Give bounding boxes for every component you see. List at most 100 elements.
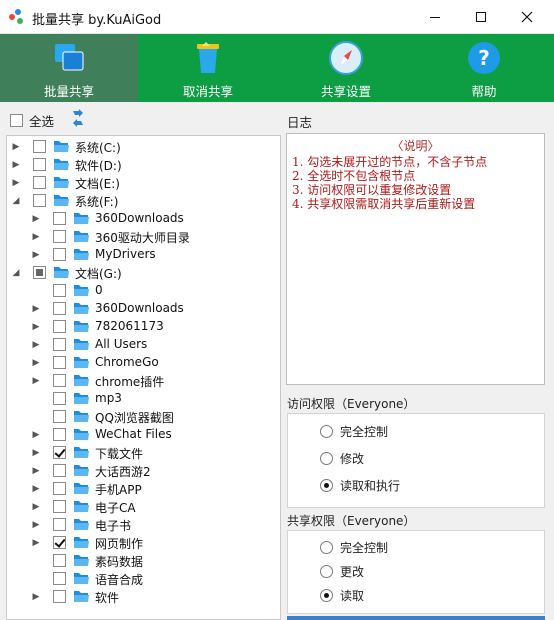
expander-collapsed-icon[interactable]: ▶ <box>11 159 21 171</box>
folder-tree[interactable]: ▶ 系统(C:) ▶ 软件(D:) ▶ 文档(E:) ◢ 系统(F:) ▶ 360Download… <box>6 135 281 620</box>
tree-node[interactable]: ◢ 系统(F:) <box>7 192 277 210</box>
maximize-button[interactable] <box>458 0 504 34</box>
tree-node[interactable]: ▶ WeChat Files <box>7 426 277 444</box>
tree-node[interactable]: ▶ 360驱动大师目录 <box>7 228 277 246</box>
expander-collapsed-icon[interactable]: ▶ <box>31 519 41 531</box>
node-checkbox[interactable] <box>33 140 46 153</box>
tree-node[interactable]: ▶ All Users <box>7 336 277 354</box>
tree-node[interactable]: mp3 <box>7 390 277 408</box>
radio-button[interactable] <box>320 564 333 578</box>
tree-node[interactable]: ▶ 电子CA <box>7 498 277 516</box>
expander-collapsed-icon[interactable]: ▶ <box>31 483 41 495</box>
tree-node[interactable]: ▶ 782061173 <box>7 318 277 336</box>
node-checkbox[interactable] <box>53 230 66 243</box>
node-checkbox[interactable] <box>53 572 66 585</box>
expander-collapsed-icon[interactable]: ▶ <box>31 249 41 261</box>
tree-node[interactable]: QQ浏览器截图 <box>7 408 277 426</box>
expander-collapsed-icon[interactable]: ▶ <box>31 537 41 549</box>
tree-node[interactable]: ▶ MyDrivers <box>7 246 277 264</box>
expander-collapsed-icon[interactable]: ▶ <box>31 501 41 513</box>
toolbar-cancel-share-button[interactable]: 取消共享 <box>139 34 277 102</box>
node-checkbox[interactable] <box>53 446 66 459</box>
expander-collapsed-icon[interactable]: ▶ <box>31 231 41 243</box>
node-checkbox[interactable] <box>33 176 46 189</box>
node-checkbox[interactable] <box>53 212 66 225</box>
tree-node[interactable]: ◢ 文档(G:) <box>7 264 277 282</box>
radio-button[interactable] <box>320 588 333 602</box>
tree-node[interactable]: ▶ 软件(D:) <box>7 156 277 174</box>
share-option-read[interactable]: 读取 <box>320 587 364 603</box>
select-all-box[interactable] <box>10 113 23 127</box>
expander-collapsed-icon[interactable]: ▶ <box>11 177 21 189</box>
expander-collapsed-icon[interactable]: ▶ <box>31 429 41 441</box>
access-option-full-control[interactable]: 完全控制 <box>320 423 388 439</box>
toolbar-batch-share-button[interactable]: 批量共享 <box>0 34 138 102</box>
tree-node[interactable]: ▶ 系统(C:) <box>7 138 277 156</box>
tree-node[interactable]: 0 <box>7 282 277 300</box>
tree-node[interactable]: ▶ 360Downloads <box>7 300 277 318</box>
tree-node[interactable]: ▶ 大话西游2 <box>7 462 277 480</box>
expander-collapsed-icon[interactable]: ▶ <box>31 339 41 351</box>
node-checkbox[interactable] <box>53 428 66 441</box>
tree-node[interactable]: ▶ 软件 <box>7 588 277 606</box>
refresh-icon[interactable] <box>70 108 86 128</box>
expander-collapsed-icon[interactable]: ▶ <box>31 375 41 387</box>
tree-node[interactable]: ▶ 文档(E:) <box>7 174 277 192</box>
node-checkbox[interactable] <box>53 500 66 513</box>
expander-expanded-icon[interactable]: ◢ <box>11 195 21 207</box>
expander-collapsed-icon[interactable]: ▶ <box>31 321 41 333</box>
node-checkbox[interactable] <box>53 338 66 351</box>
expander-collapsed-icon[interactable]: ▶ <box>31 213 41 225</box>
access-option-read-execute[interactable]: 读取和执行 <box>320 477 400 493</box>
expander-collapsed-icon[interactable]: ▶ <box>31 591 41 603</box>
radio-button[interactable] <box>320 451 333 465</box>
tree-node[interactable]: ▶ ChromeGo <box>7 354 277 372</box>
node-checkbox[interactable] <box>33 194 46 207</box>
node-checkbox[interactable] <box>53 320 66 333</box>
expander-collapsed-icon[interactable]: ▶ <box>31 303 41 315</box>
close-button[interactable] <box>504 0 550 34</box>
node-checkbox[interactable] <box>53 374 66 387</box>
node-checkbox[interactable] <box>33 158 46 171</box>
tree-node[interactable]: ▶ 360Downloads <box>7 210 277 228</box>
log-line: 4. 共享权限需取消共享后重新设置 <box>292 197 476 211</box>
share-option-change[interactable]: 更改 <box>320 563 364 579</box>
expander-expanded-icon[interactable]: ◢ <box>11 267 21 279</box>
expander-collapsed-icon[interactable]: ▶ <box>31 357 41 369</box>
expander-collapsed-icon[interactable]: ▶ <box>11 141 21 153</box>
radio-button[interactable] <box>320 540 333 554</box>
tree-node[interactable]: 素码数据 <box>7 552 277 570</box>
node-checkbox[interactable] <box>53 392 66 405</box>
tree-node[interactable]: 语音合成 <box>7 570 277 588</box>
radio-button[interactable] <box>320 478 333 492</box>
node-checkbox[interactable] <box>53 410 66 423</box>
minimize-button[interactable] <box>412 0 458 34</box>
node-checkbox[interactable] <box>53 284 66 297</box>
node-checkbox[interactable] <box>53 302 66 315</box>
expander-collapsed-icon[interactable]: ▶ <box>31 447 41 459</box>
share-option-full-control[interactable]: 完全控制 <box>320 539 388 555</box>
window-title: 批量共享 by.KuAiGod <box>32 13 162 28</box>
tree-node[interactable]: ▶ 电子书 <box>7 516 277 534</box>
node-checkbox[interactable] <box>53 356 66 369</box>
tree-node[interactable]: ▶ 网页制作 <box>7 534 277 552</box>
node-checkbox[interactable] <box>53 464 66 477</box>
access-option-modify[interactable]: 修改 <box>320 450 364 466</box>
node-checkbox[interactable] <box>33 266 46 279</box>
node-checkbox[interactable] <box>53 482 66 495</box>
tree-node[interactable]: ▶ 下载文件 <box>7 444 277 462</box>
folder-icon <box>74 537 89 548</box>
node-checkbox[interactable] <box>53 248 66 261</box>
tree-node[interactable]: ▶ 手机APP <box>7 480 277 498</box>
tree-node[interactable]: ▶ chrome插件 <box>7 372 277 390</box>
expander-collapsed-icon[interactable]: ▶ <box>31 465 41 477</box>
select-all-checkbox[interactable]: 全选 <box>10 112 54 129</box>
node-checkbox[interactable] <box>53 536 66 549</box>
node-checkbox[interactable] <box>53 590 66 603</box>
toolbar-share-settings-button[interactable]: 共享设置 <box>277 34 415 102</box>
node-checkbox[interactable] <box>53 518 66 531</box>
radio-button[interactable] <box>320 424 333 438</box>
toolbar-help-button[interactable]: ? 帮助 <box>415 34 553 102</box>
node-checkbox[interactable] <box>53 554 66 567</box>
node-label: 网页制作 <box>95 537 144 551</box>
